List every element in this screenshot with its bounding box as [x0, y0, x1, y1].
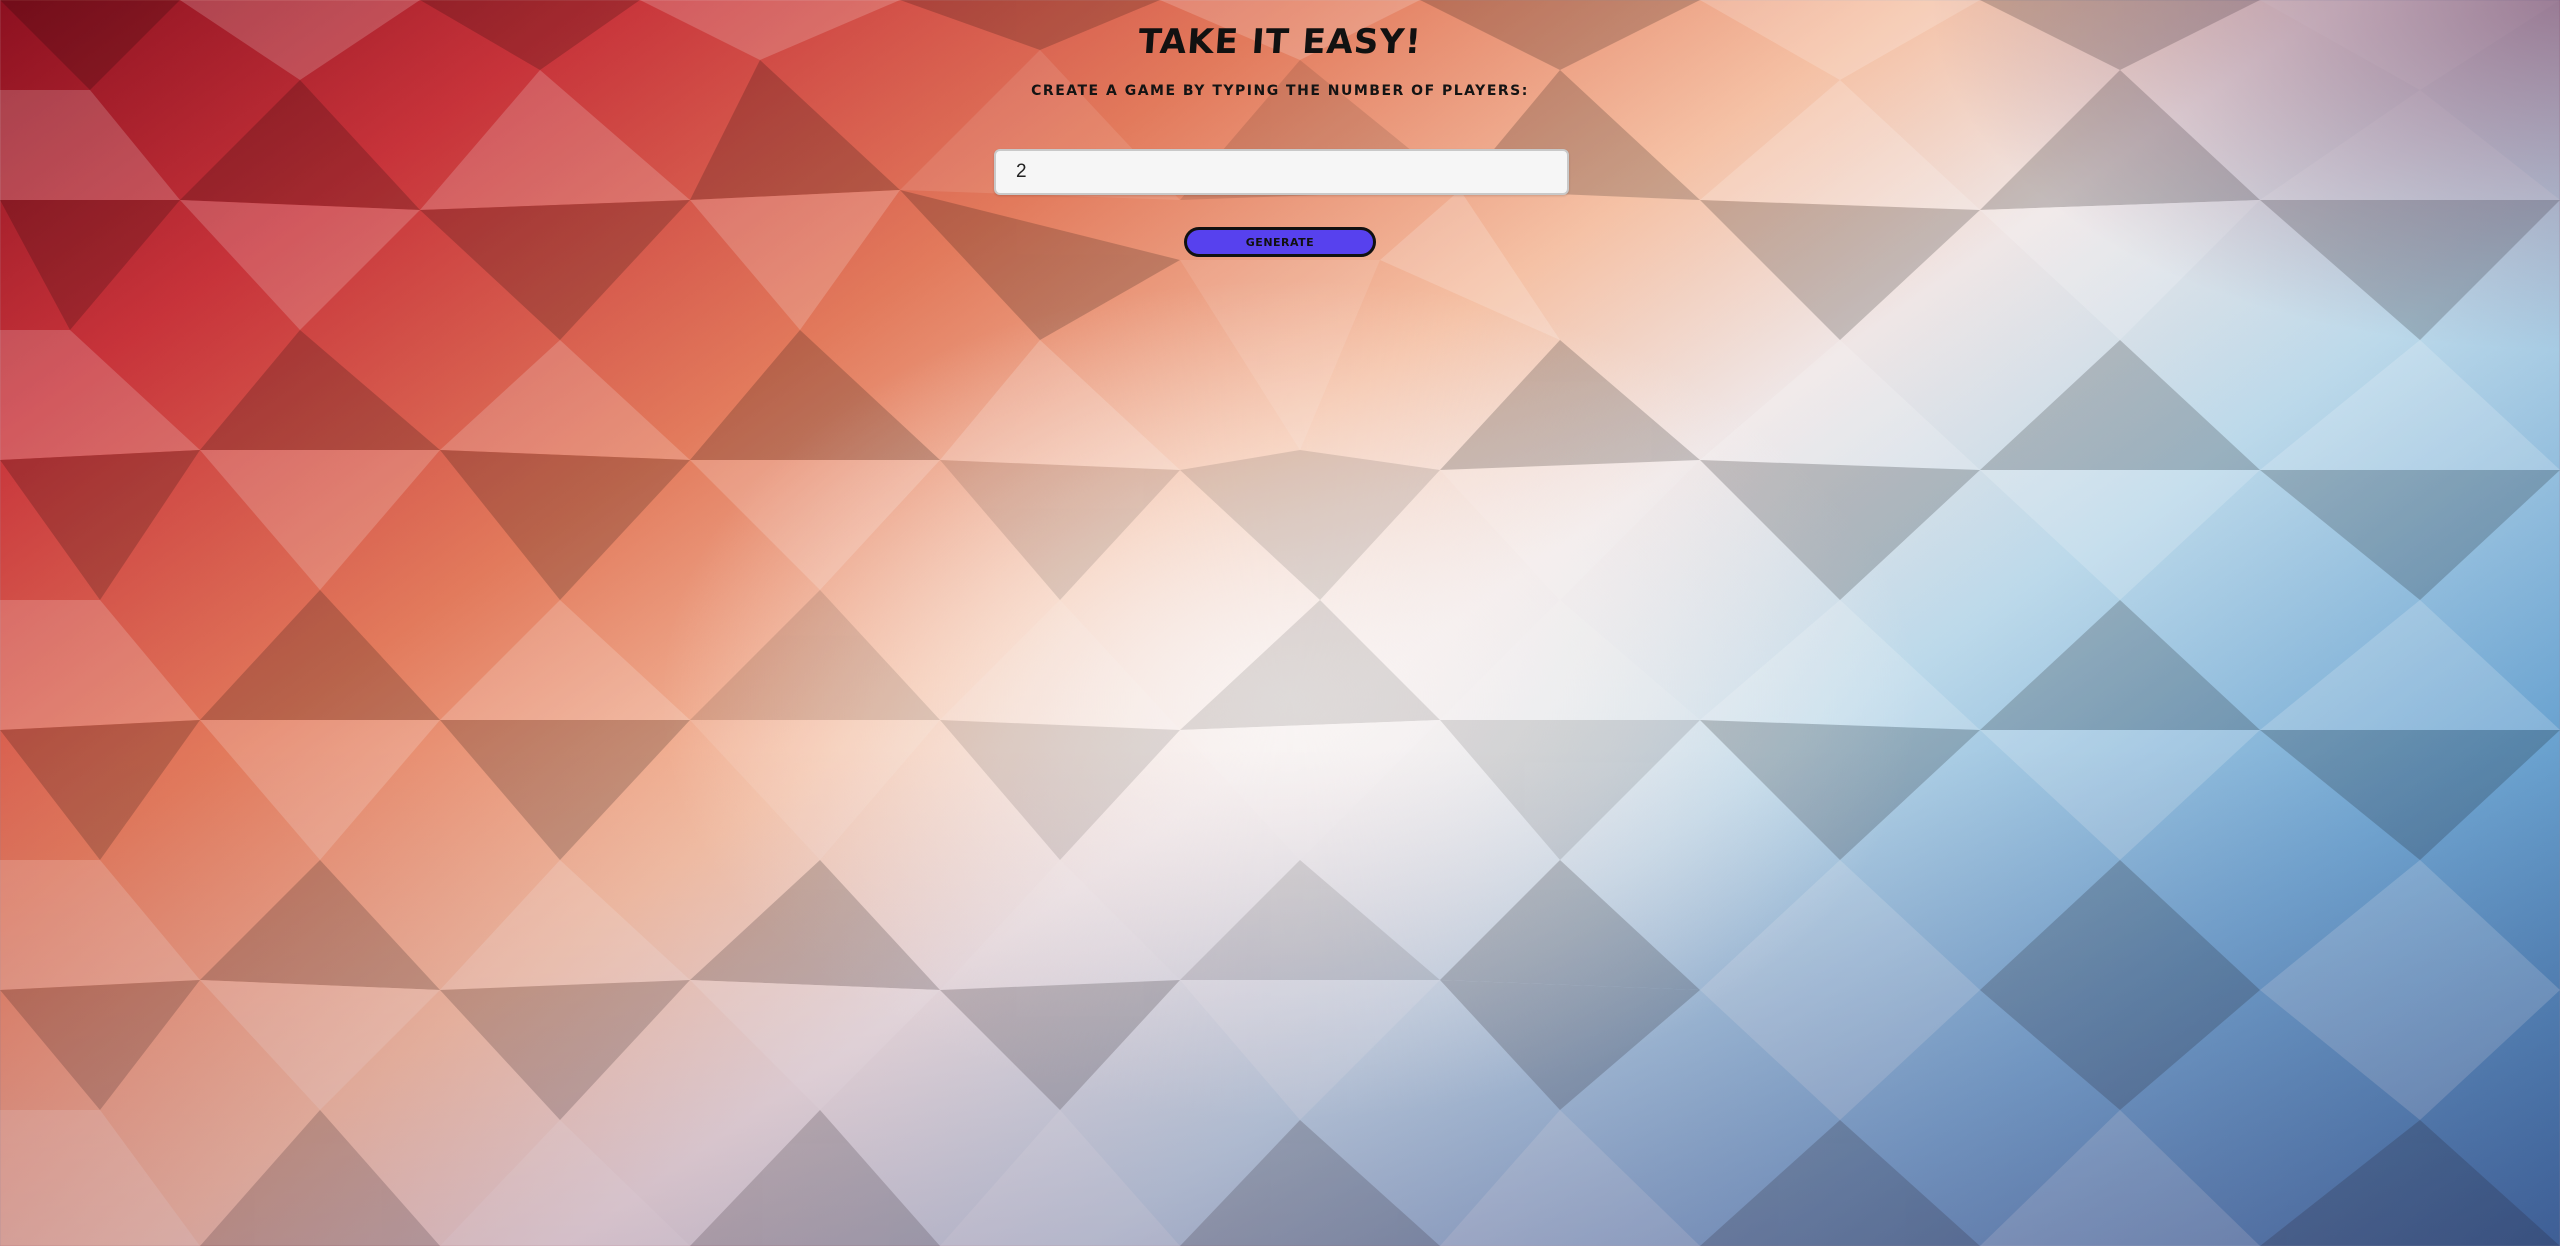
generate-button[interactable]: GENERATE	[1184, 227, 1376, 257]
number-of-players-input[interactable]	[994, 149, 1569, 195]
page-title: TAKE IT EASY!	[1137, 22, 1423, 62]
page-subtitle: CREATE A GAME BY TYPING THE NUMBER OF PL…	[1031, 83, 1529, 99]
